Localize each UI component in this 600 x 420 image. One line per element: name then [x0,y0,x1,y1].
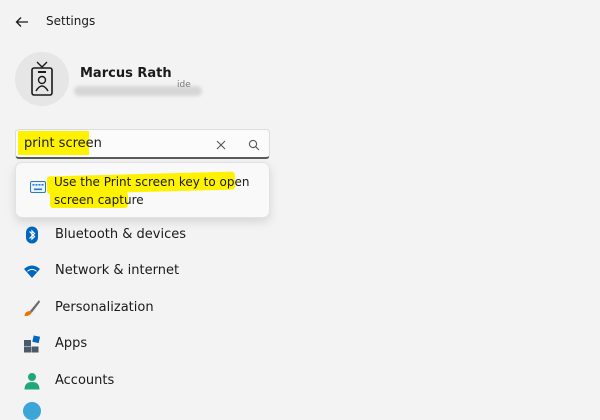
nav-item-next-partial-icon [23,402,41,420]
person-icon [24,373,40,390]
nav-label: Network & internet [55,263,180,278]
search-icon [248,139,260,151]
wifi-icon [24,265,40,278]
window-title: Settings [46,14,96,28]
user-email-tail: ide [177,80,191,90]
nav-label: Accounts [55,373,115,388]
nav-item-accounts[interactable]: Accounts [15,364,315,398]
back-button[interactable] [12,11,34,33]
avatar[interactable] [15,52,69,106]
id-badge-icon [31,61,53,96]
apps-icon [24,335,41,353]
nav-item-apps[interactable]: Apps [15,327,315,361]
user-name: Marcus Rath [80,66,172,81]
keyboard-icon [30,181,46,193]
close-icon [216,140,226,150]
brush-icon [24,300,40,317]
clear-search-button[interactable] [214,137,228,151]
search-button[interactable] [247,137,261,151]
back-arrow-icon [15,17,28,27]
search-input[interactable]: print screen [24,136,102,151]
bluetooth-icon [26,226,38,244]
nav-label: Personalization [55,300,154,315]
nav-label: Bluetooth & devices [55,227,186,242]
nav-item-network-internet[interactable]: Network & internet [15,254,315,288]
title-bar: Settings [0,0,600,44]
nav-item-personalization[interactable]: Personalization [15,291,315,325]
nav-label: Apps [55,336,88,351]
nav-item-bluetooth-devices[interactable]: Bluetooth & devices [15,218,315,252]
suggestion-text[interactable]: Use the Print screen key to open screen … [54,173,259,209]
